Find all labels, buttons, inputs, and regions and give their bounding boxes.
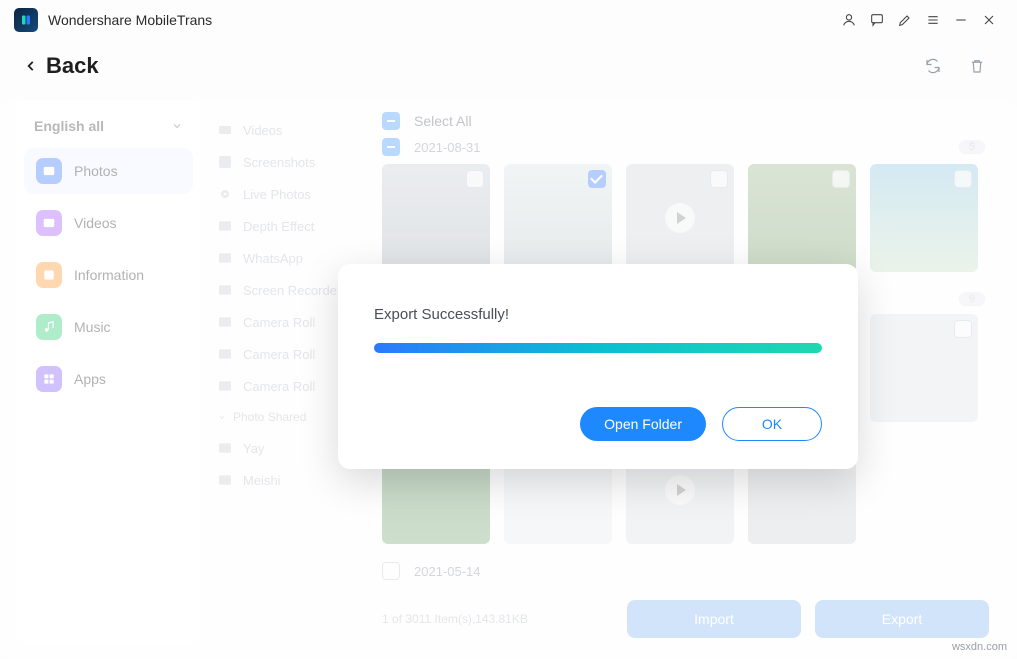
progress-bar (374, 343, 822, 353)
apps-icon (36, 366, 62, 392)
refresh-icon[interactable] (917, 50, 949, 82)
thumb-checkbox[interactable] (954, 170, 972, 188)
sidebar-item-photos[interactable]: Photos (24, 148, 193, 194)
photo-thumbnail[interactable] (748, 164, 856, 272)
thumb-checkbox[interactable] (710, 170, 728, 188)
back-bar: Back (0, 40, 1017, 100)
feedback-icon[interactable] (863, 6, 891, 34)
export-success-dialog: Export Successfully! Open Folder OK (338, 264, 858, 469)
footer-bar: 1 of 3011 Item(s),143.81KB Import Export (376, 595, 989, 643)
minimize-icon[interactable] (947, 6, 975, 34)
sidebar-item-information[interactable]: Information (24, 252, 193, 298)
sidebar-item-label: Music (74, 319, 111, 335)
information-icon (36, 262, 62, 288)
select-all-label: Select All (414, 113, 472, 129)
select-all-checkbox[interactable] (382, 112, 400, 130)
section-checkbox[interactable] (382, 138, 400, 156)
section-date: 2021-08-31 (414, 140, 481, 155)
album-item[interactable]: Screenshots (211, 146, 366, 178)
thumb-checkbox[interactable] (588, 170, 606, 188)
album-item[interactable]: Depth Effect (211, 210, 366, 242)
open-folder-button[interactable]: Open Folder (580, 407, 706, 441)
play-icon (665, 203, 695, 233)
photos-icon (36, 158, 62, 184)
album-item[interactable]: Live Photos (211, 178, 366, 210)
category-sidebar: English all Photos Videos Information Mu… (16, 100, 201, 643)
chevron-down-icon (171, 120, 183, 132)
section-count: 5 (959, 140, 985, 154)
photo-thumbnail[interactable] (382, 164, 490, 272)
edit-icon[interactable] (891, 6, 919, 34)
section-count: 9 (959, 292, 985, 306)
ok-button[interactable]: OK (722, 407, 822, 441)
status-text: 1 of 3011 Item(s),143.81KB (382, 612, 528, 626)
close-icon[interactable] (975, 6, 1003, 34)
section-date: 2021-05-14 (414, 564, 481, 579)
sidebar-item-apps[interactable]: Apps (24, 356, 193, 402)
section-checkbox[interactable] (382, 562, 400, 580)
import-button[interactable]: Import (627, 600, 801, 638)
photo-thumbnail[interactable] (870, 314, 978, 422)
language-label: English all (34, 118, 104, 134)
thumb-checkbox[interactable] (954, 320, 972, 338)
album-item[interactable]: Videos (211, 114, 366, 146)
back-button[interactable]: Back (24, 53, 99, 79)
dialog-title: Export Successfully! (374, 306, 822, 323)
export-button[interactable]: Export (815, 600, 989, 638)
sidebar-item-label: Apps (74, 371, 106, 387)
thumbnail-row (376, 164, 997, 272)
video-thumbnail[interactable] (626, 164, 734, 272)
album-item[interactable]: Meishi (211, 464, 366, 496)
app-logo (14, 8, 38, 32)
app-title: Wondershare MobileTrans (48, 12, 212, 28)
back-label: Back (46, 53, 99, 79)
sidebar-item-label: Videos (74, 215, 117, 231)
videos-icon (36, 210, 62, 236)
photo-thumbnail[interactable] (504, 164, 612, 272)
sidebar-item-label: Information (74, 267, 144, 283)
menu-icon[interactable] (919, 6, 947, 34)
photo-thumbnail[interactable] (870, 164, 978, 272)
language-selector[interactable]: English all (24, 112, 193, 148)
sidebar-item-videos[interactable]: Videos (24, 200, 193, 246)
thumb-checkbox[interactable] (832, 170, 850, 188)
sidebar-item-music[interactable]: Music (24, 304, 193, 350)
delete-icon[interactable] (961, 50, 993, 82)
account-icon[interactable] (835, 6, 863, 34)
play-icon (665, 475, 695, 505)
watermark: wsxdn.com (952, 641, 1007, 653)
titlebar: Wondershare MobileTrans (0, 0, 1017, 40)
sidebar-item-label: Photos (74, 163, 118, 179)
thumb-checkbox[interactable] (466, 170, 484, 188)
music-icon (36, 314, 62, 340)
